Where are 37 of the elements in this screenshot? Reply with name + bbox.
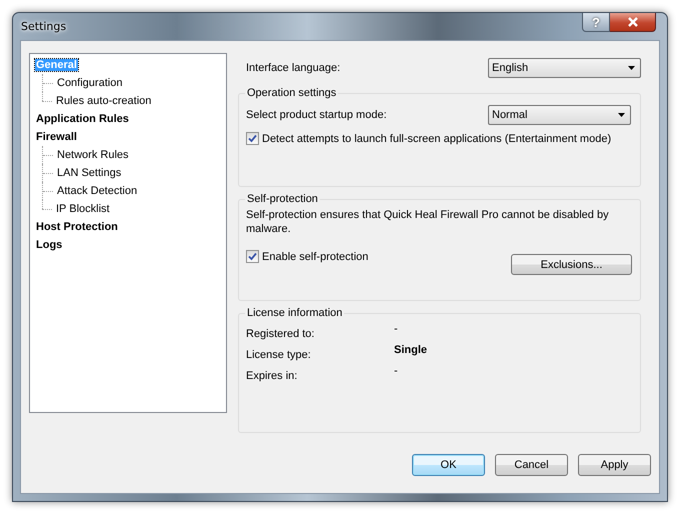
dialog-button[interactable]: OK xyxy=(412,454,485,476)
tree-item[interactable]: Logs xyxy=(35,239,64,251)
field-value: - xyxy=(394,323,398,335)
checkbox-label: Enable self-protection xyxy=(262,250,368,262)
field-value: - xyxy=(394,365,398,377)
group-title: License information xyxy=(246,307,344,319)
tree-item[interactable]: Application Rules xyxy=(35,113,130,125)
group-title: Operation settings xyxy=(246,87,338,99)
field-value: Single xyxy=(394,344,428,356)
field-label: Registered to: xyxy=(246,327,316,340)
dropdown[interactable]: English xyxy=(488,58,641,78)
exclusions-button[interactable]: Exclusions... xyxy=(511,254,632,275)
tree-item[interactable]: Firewall xyxy=(35,131,78,143)
tree-item[interactable]: Attack Detection xyxy=(56,185,138,197)
field-label: Expires in: xyxy=(246,369,298,382)
dropdown[interactable]: Normal xyxy=(488,105,631,125)
group-title: Self-protection xyxy=(246,193,319,205)
caret-icon xyxy=(628,66,635,70)
checkbox[interactable] xyxy=(246,250,259,263)
checkbox-label: Detect attempts to launch full-screen applications (Entertainment mode) xyxy=(262,132,612,144)
window-title: Settings xyxy=(21,20,66,33)
tree-item[interactable]: IP Blocklist xyxy=(55,203,111,215)
close-button[interactable] xyxy=(610,13,656,32)
close-icon xyxy=(626,17,638,27)
field-label: License type: xyxy=(246,348,312,361)
field-label: Select product startup mode: xyxy=(246,109,387,121)
tree-item[interactable]: LAN Settings xyxy=(56,167,122,179)
dialog-button[interactable]: Apply xyxy=(578,454,651,476)
checkbox[interactable] xyxy=(246,132,259,145)
description-text: Self-protection ensures that Quick Heal Firewall Pro cannot be disabled by malware. xyxy=(246,208,610,236)
tree-item[interactable]: Configuration xyxy=(56,77,124,89)
field-label: Interface language: xyxy=(246,62,340,74)
dialog-button[interactable]: Cancel xyxy=(495,454,568,476)
caret-icon xyxy=(618,113,625,117)
tree-item[interactable]: Network Rules xyxy=(56,149,130,161)
tree-item[interactable]: Host Protection xyxy=(35,221,119,233)
tree-item[interactable]: Rules auto-creation xyxy=(55,95,152,107)
